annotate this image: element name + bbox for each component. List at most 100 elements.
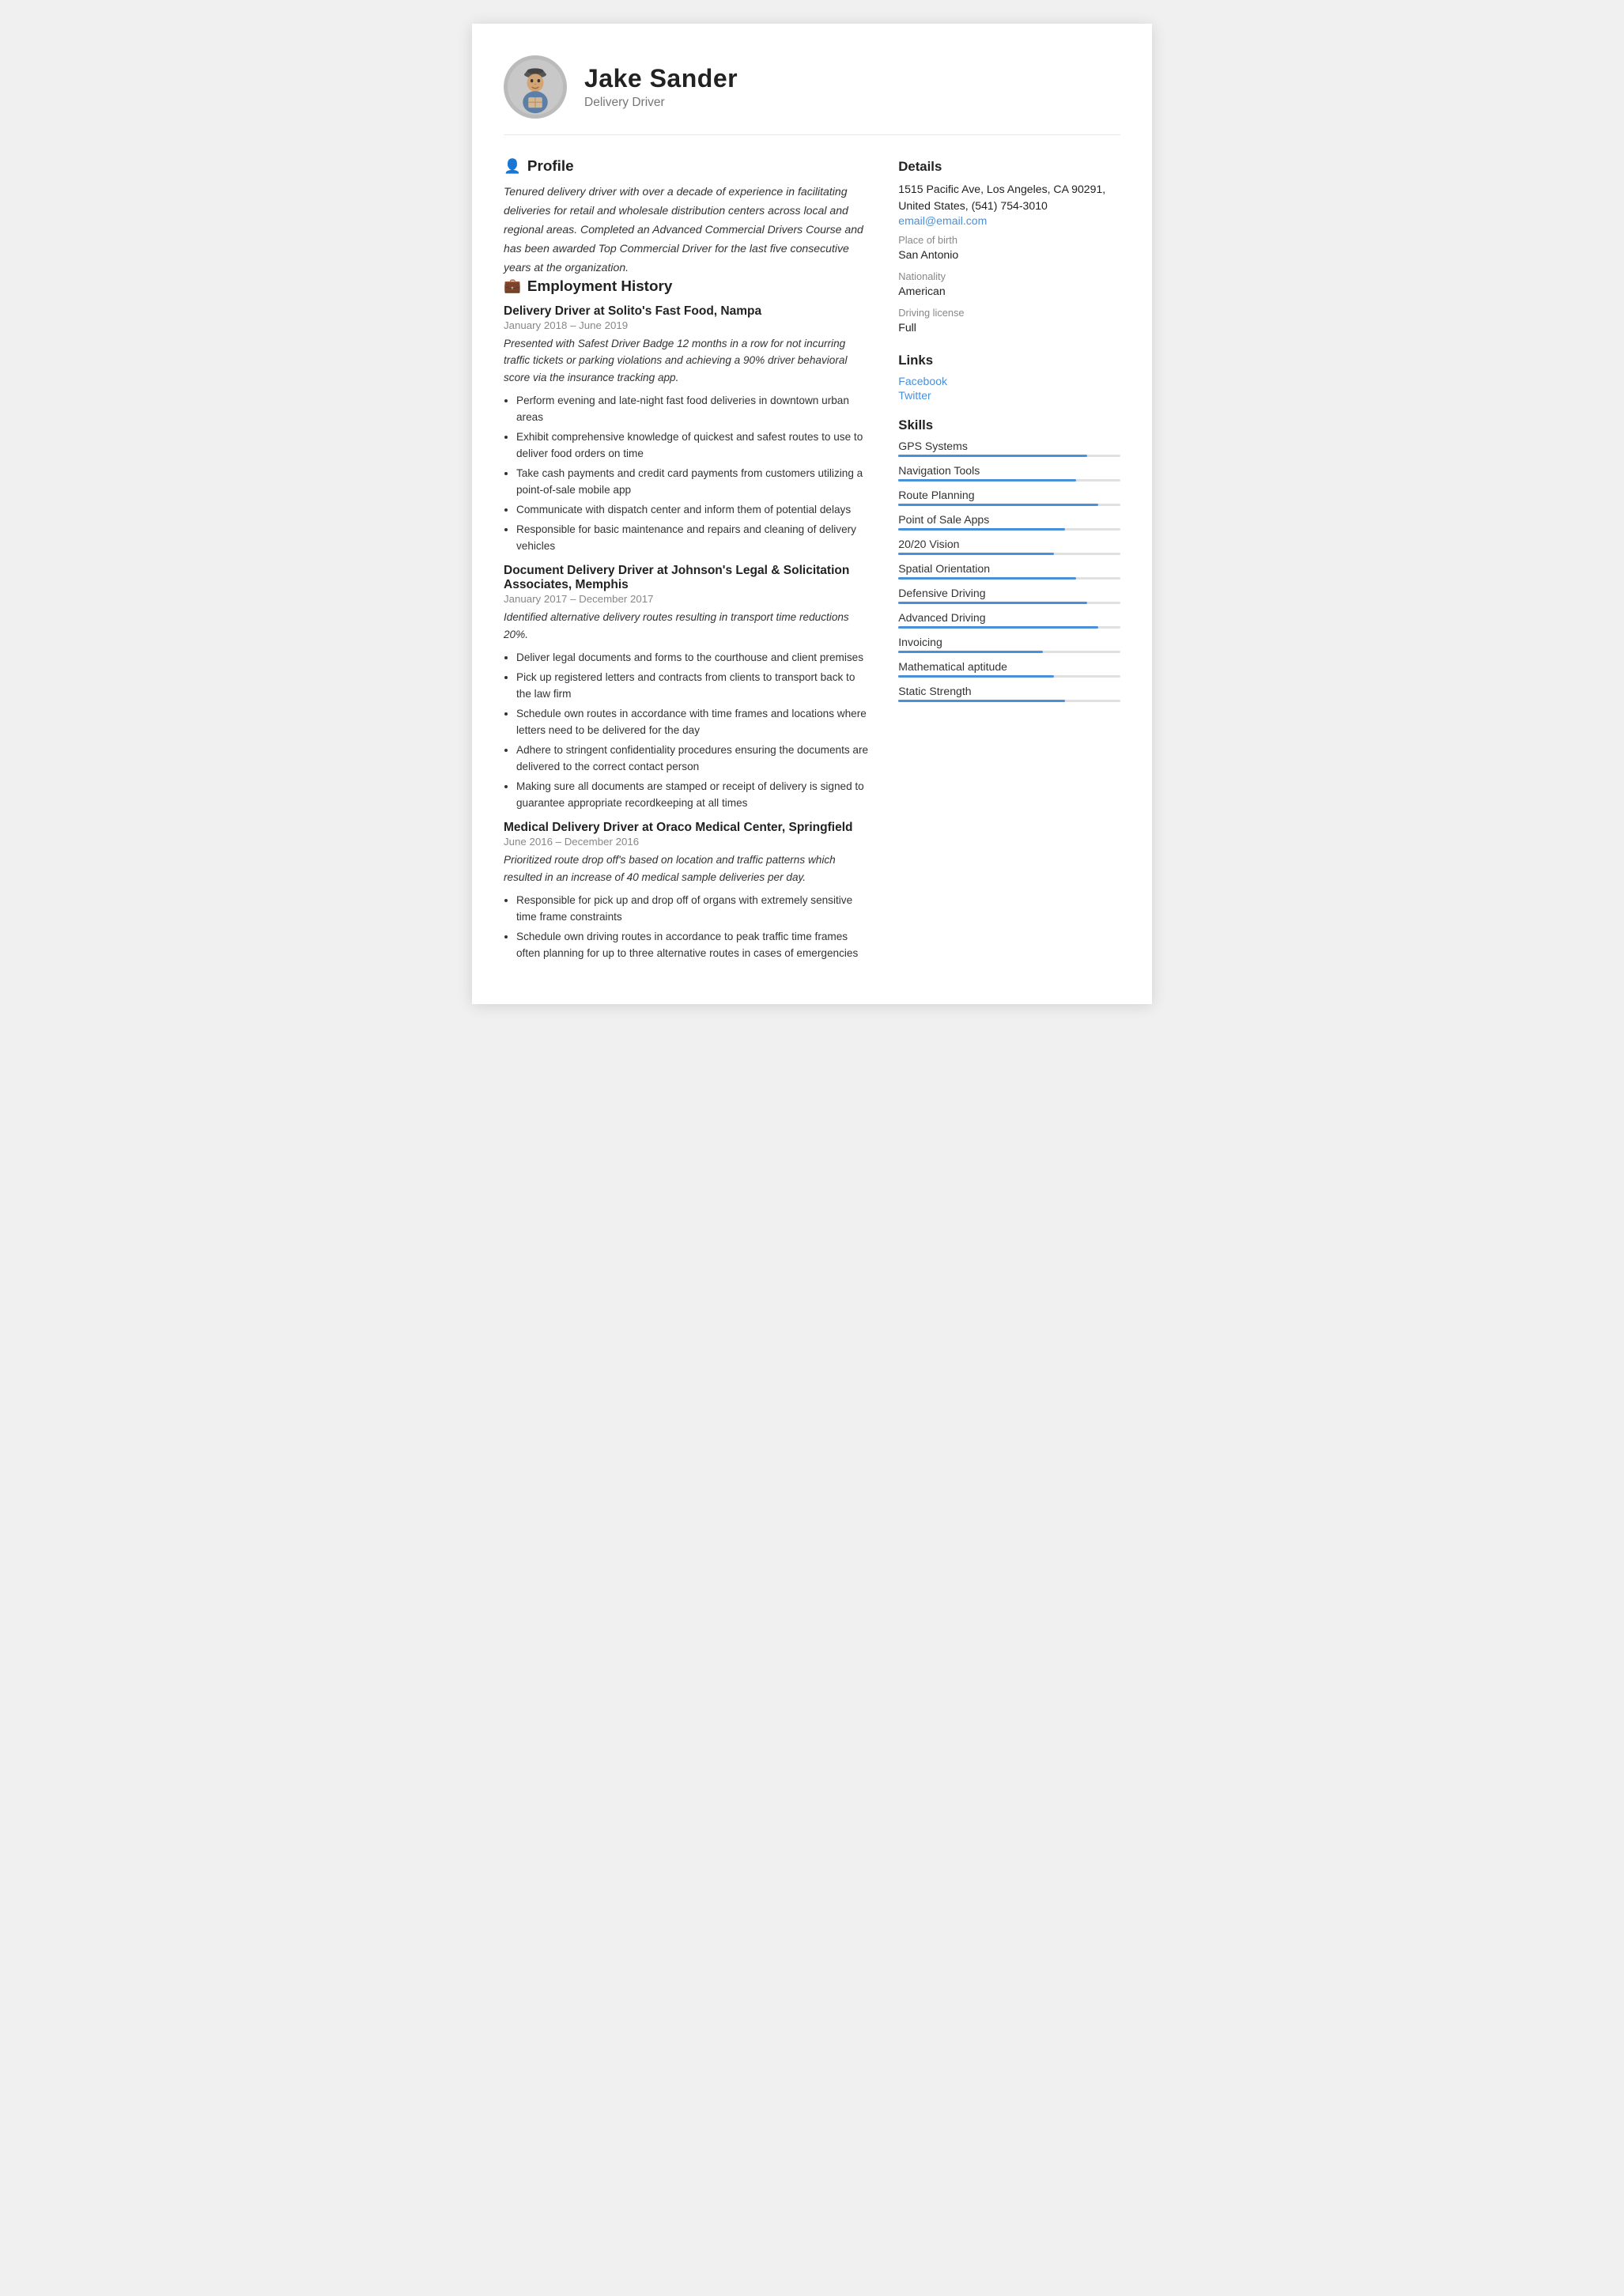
list-item: Schedule own driving routes in accordanc… — [516, 928, 870, 961]
skill-bar-background — [898, 675, 1120, 678]
skill-bar-background — [898, 528, 1120, 531]
skill-item: Spatial Orientation — [898, 562, 1120, 580]
skill-name: Navigation Tools — [898, 464, 1120, 477]
skill-bar-background — [898, 651, 1120, 653]
nationality-value: American — [898, 283, 1120, 300]
list-item: Take cash payments and credit card payme… — [516, 465, 870, 498]
skill-bar-background — [898, 553, 1120, 555]
skill-bar-background — [898, 700, 1120, 702]
driving-license-label: Driving license — [898, 307, 1120, 319]
sidebar-column: Details 1515 Pacific Ave, Los Angeles, C… — [898, 157, 1120, 965]
list-item: Deliver legal documents and forms to the… — [516, 649, 870, 666]
skill-bar-background — [898, 504, 1120, 506]
details-section-title: Details — [898, 159, 1120, 175]
list-item: Responsible for basic maintenance and re… — [516, 521, 870, 554]
skill-bar-fill — [898, 479, 1076, 481]
list-item: Exhibit comprehensive knowledge of quick… — [516, 429, 870, 462]
main-column: 👤 Profile Tenured delivery driver with o… — [504, 157, 870, 965]
job-3-bullets: Responsible for pick up and drop off of … — [516, 892, 870, 961]
job-2-dates: January 2017 – December 2017 — [504, 593, 870, 605]
list-item: Responsible for pick up and drop off of … — [516, 892, 870, 925]
job-2-title: Document Delivery Driver at Johnson's Le… — [504, 564, 870, 592]
body-columns: 👤 Profile Tenured delivery driver with o… — [504, 157, 1120, 965]
list-item: Making sure all documents are stamped or… — [516, 778, 870, 811]
skill-bar-fill — [898, 651, 1042, 653]
skill-item: Mathematical aptitude — [898, 660, 1120, 678]
job-2: Document Delivery Driver at Johnson's Le… — [504, 564, 870, 811]
nationality-label: Nationality — [898, 270, 1120, 282]
list-item: Adhere to stringent confidentiality proc… — [516, 742, 870, 775]
skill-item: 20/20 Vision — [898, 538, 1120, 555]
list-item: Schedule own routes in accordance with t… — [516, 705, 870, 738]
avatar — [504, 55, 567, 119]
job-2-bullets: Deliver legal documents and forms to the… — [516, 649, 870, 812]
skill-bar-fill — [898, 675, 1054, 678]
job-3: Medical Delivery Driver at Oraco Medical… — [504, 821, 870, 961]
skill-name: Invoicing — [898, 636, 1120, 648]
skill-item: Advanced Driving — [898, 611, 1120, 629]
skill-bar-fill — [898, 626, 1098, 629]
skill-bar-background — [898, 455, 1120, 457]
skill-bar-background — [898, 626, 1120, 629]
skill-bar-fill — [898, 700, 1065, 702]
skill-name: Route Planning — [898, 489, 1120, 501]
job-1-summary: Presented with Safest Driver Badge 12 mo… — [504, 335, 870, 387]
resume-document: Jake Sander Delivery Driver 👤 Profile Te… — [472, 24, 1152, 1004]
resume-header: Jake Sander Delivery Driver — [504, 55, 1120, 135]
skill-name: 20/20 Vision — [898, 538, 1120, 550]
skill-bar-fill — [898, 602, 1087, 604]
skill-bar-background — [898, 602, 1120, 604]
links-section-title: Links — [898, 353, 1120, 368]
skill-item: Static Strength — [898, 685, 1120, 702]
job-1-title: Delivery Driver at Solito's Fast Food, N… — [504, 304, 870, 319]
skill-name: GPS Systems — [898, 440, 1120, 452]
link-facebook[interactable]: Facebook — [898, 375, 1120, 387]
link-twitter[interactable]: Twitter — [898, 389, 1120, 402]
skill-name: Defensive Driving — [898, 587, 1120, 599]
details-section: Details 1515 Pacific Ave, Los Angeles, C… — [898, 159, 1120, 337]
skill-item: Defensive Driving — [898, 587, 1120, 604]
profile-section: 👤 Profile Tenured delivery driver with o… — [504, 157, 870, 278]
skill-item: Invoicing — [898, 636, 1120, 653]
employment-section-title: 💼 Employment History — [504, 278, 870, 295]
skill-name: Spatial Orientation — [898, 562, 1120, 575]
skill-bar-background — [898, 479, 1120, 481]
skill-item: GPS Systems — [898, 440, 1120, 457]
list-item: Perform evening and late-night fast food… — [516, 392, 870, 425]
list-item: Pick up registered letters and contracts… — [516, 669, 870, 702]
skill-bar-fill — [898, 577, 1076, 580]
skill-bar-fill — [898, 553, 1054, 555]
skill-bar-fill — [898, 528, 1065, 531]
skills-section-title: Skills — [898, 417, 1120, 433]
profile-text: Tenured delivery driver with over a deca… — [504, 183, 870, 278]
employment-section: 💼 Employment History Delivery Driver at … — [504, 278, 870, 962]
job-1-bullets: Perform evening and late-night fast food… — [516, 392, 870, 555]
header-info: Jake Sander Delivery Driver — [584, 64, 738, 110]
candidate-name: Jake Sander — [584, 64, 738, 93]
job-1: Delivery Driver at Solito's Fast Food, N… — [504, 304, 870, 555]
skill-item: Route Planning — [898, 489, 1120, 506]
details-email[interactable]: email@email.com — [898, 214, 1120, 227]
skill-name: Mathematical aptitude — [898, 660, 1120, 673]
skill-name: Advanced Driving — [898, 611, 1120, 624]
skill-name: Static Strength — [898, 685, 1120, 697]
job-3-summary: Prioritized route drop off's based on lo… — [504, 852, 870, 886]
candidate-subtitle: Delivery Driver — [584, 96, 738, 110]
skill-bar-fill — [898, 504, 1098, 506]
profile-icon: 👤 — [504, 158, 521, 175]
driving-license-value: Full — [898, 319, 1120, 336]
skill-name: Point of Sale Apps — [898, 513, 1120, 526]
profile-section-title: 👤 Profile — [504, 157, 870, 175]
employment-icon: 💼 — [504, 278, 521, 294]
place-of-birth-label: Place of birth — [898, 234, 1120, 246]
links-section: Links Facebook Twitter — [898, 353, 1120, 402]
job-2-summary: Identified alternative delivery routes r… — [504, 609, 870, 644]
skill-item: Navigation Tools — [898, 464, 1120, 481]
skills-section: Skills GPS Systems Navigation Tools Rout… — [898, 417, 1120, 702]
details-address: 1515 Pacific Ave, Los Angeles, CA 90291,… — [898, 181, 1120, 214]
job-3-title: Medical Delivery Driver at Oraco Medical… — [504, 821, 870, 835]
skill-bar-fill — [898, 455, 1087, 457]
skill-item: Point of Sale Apps — [898, 513, 1120, 531]
place-of-birth-value: San Antonio — [898, 247, 1120, 263]
skill-bar-background — [898, 577, 1120, 580]
